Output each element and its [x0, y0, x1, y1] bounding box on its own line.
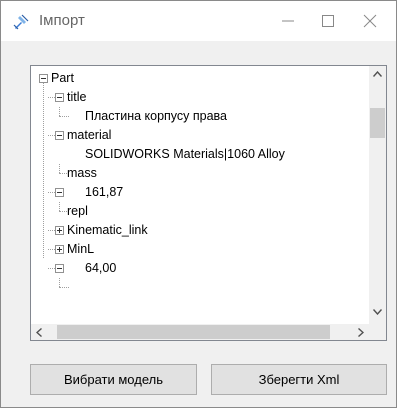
close-button[interactable] — [355, 9, 385, 33]
tree-line — [59, 107, 60, 116]
scroll-right-icon[interactable] — [358, 327, 365, 340]
tree-node-title[interactable]: title — [67, 88, 86, 107]
scroll-down-icon[interactable] — [372, 308, 383, 318]
tree-node-minl-value[interactable]: 64,00 — [85, 259, 116, 278]
tree-node-mass[interactable]: mass — [67, 164, 97, 183]
scroll-up-icon[interactable] — [372, 70, 383, 80]
tree-node-minl[interactable]: MinL — [67, 240, 94, 259]
collapse-toggle-icon[interactable] — [55, 93, 64, 102]
tree-node-mass-value[interactable]: 161,87 — [85, 183, 123, 202]
scroll-left-icon[interactable] — [35, 327, 42, 340]
vertical-scroll-thumb[interactable] — [370, 108, 385, 138]
tree-line — [43, 81, 44, 258]
collapse-toggle-icon[interactable] — [55, 188, 64, 197]
import-window: Імпорт Part title Пластина корпусу права… — [0, 0, 397, 408]
maximize-button[interactable] — [313, 9, 343, 33]
expand-toggle-icon[interactable] — [55, 245, 64, 254]
minimize-icon — [282, 20, 294, 22]
tree-line — [59, 278, 60, 287]
minimize-button[interactable] — [273, 9, 303, 33]
collapse-toggle-icon[interactable] — [55, 131, 64, 140]
tree-line — [48, 135, 55, 136]
maximize-icon — [322, 15, 334, 27]
tree-line — [48, 230, 55, 231]
title-bar[interactable]: Імпорт — [1, 1, 396, 41]
horizontal-scrollbar[interactable] — [31, 324, 369, 340]
tree-line — [48, 268, 55, 269]
tree-node-part[interactable]: Part — [51, 69, 74, 88]
expand-toggle-icon[interactable] — [55, 226, 64, 235]
tree-node-material[interactable]: material — [67, 126, 111, 145]
tree-line — [59, 287, 69, 288]
save-xml-button[interactable]: Зберегти Xml — [211, 364, 387, 395]
tree-node-title-value[interactable]: Пластина корпусу права — [85, 107, 227, 126]
select-model-button[interactable]: Вибрати модель — [30, 364, 197, 395]
tree-node-repl[interactable]: repl — [67, 202, 88, 221]
tree-line — [59, 116, 69, 117]
tree-line — [48, 192, 55, 193]
close-icon — [363, 14, 377, 28]
tree-line — [59, 164, 60, 173]
tree-content: Part title Пластина корпусу права materi… — [31, 66, 369, 324]
xml-tree-view[interactable]: Part title Пластина корпусу права materi… — [30, 65, 387, 341]
app-icon — [12, 13, 30, 31]
tree-node-kinematic-link[interactable]: Kinematic_link — [67, 221, 148, 240]
tree-line — [59, 202, 60, 211]
tree-line — [48, 97, 55, 98]
scrollbar-corner — [369, 324, 386, 340]
window-title: Імпорт — [39, 12, 85, 29]
collapse-toggle-icon[interactable] — [39, 74, 48, 83]
tree-line — [48, 249, 55, 250]
vertical-scrollbar[interactable] — [369, 66, 386, 324]
collapse-toggle-icon[interactable] — [55, 264, 64, 273]
tree-node-material-value[interactable]: SOLIDWORKS Materials|1060 Alloy — [85, 145, 285, 164]
horizontal-scroll-thumb[interactable] — [57, 325, 330, 339]
